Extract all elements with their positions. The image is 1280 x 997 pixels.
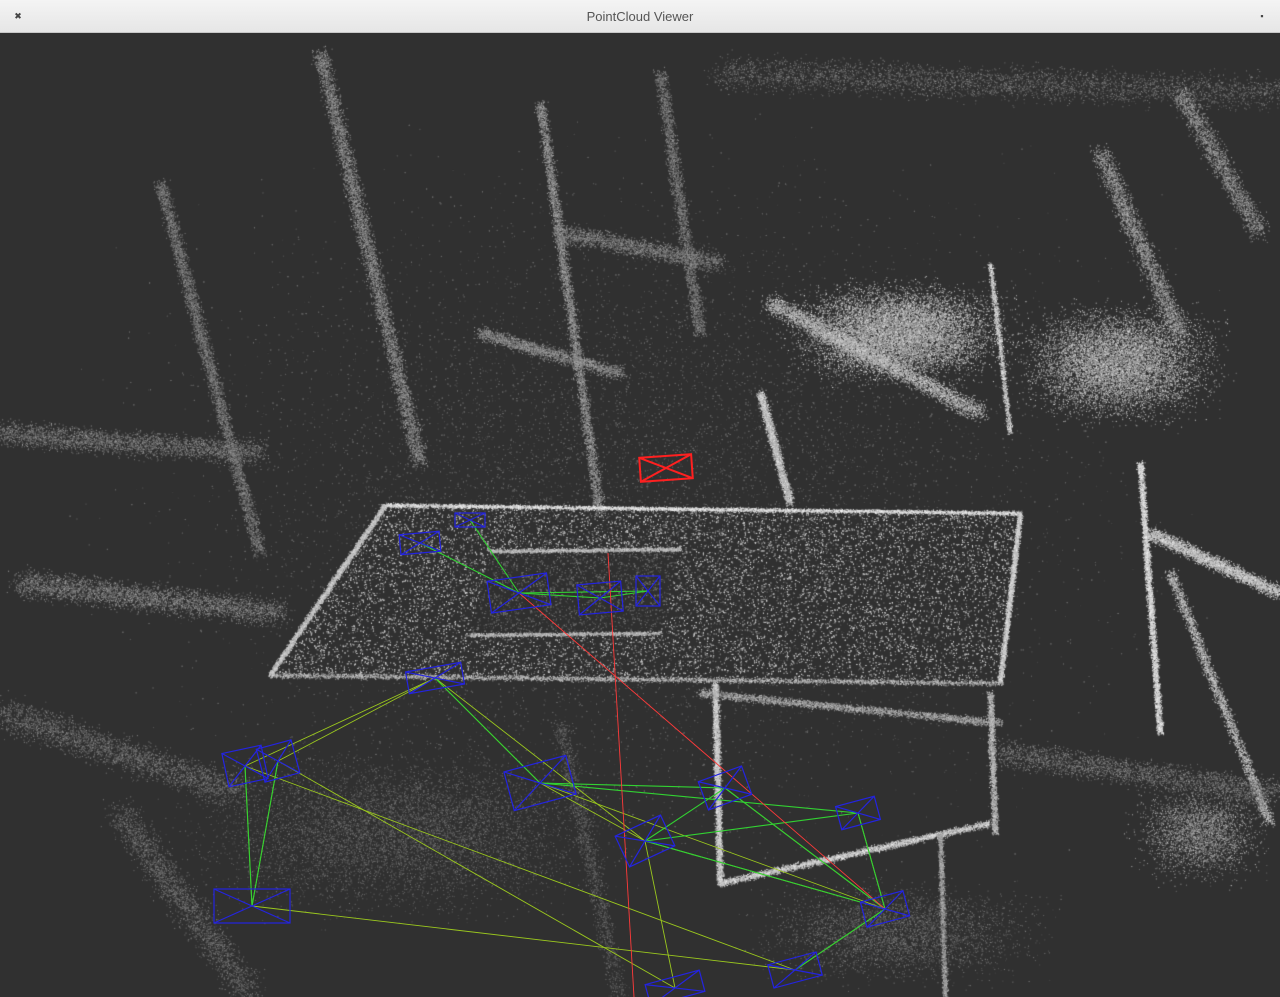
covisibility-edge <box>794 908 886 971</box>
essential-graph-edges <box>244 677 886 989</box>
keyframe-frustum <box>213 888 291 924</box>
graph-edge <box>644 840 676 989</box>
title-bar[interactable]: ✖ PointCloud Viewer ▪ <box>0 0 1280 33</box>
graph-edge <box>539 782 886 910</box>
current-camera-frustum <box>638 453 694 483</box>
covisibility-edge <box>469 519 520 594</box>
covisibility-edge <box>244 765 253 907</box>
keyframe-frustum <box>576 580 624 616</box>
graph-edge <box>277 677 436 762</box>
covisibility-edge <box>419 542 520 594</box>
keyframe-frustum <box>503 754 577 812</box>
graph-edge <box>434 677 646 842</box>
covisibility-edge <box>518 590 649 594</box>
covisibility-edge <box>857 812 886 910</box>
graph-edge <box>251 905 796 971</box>
covisibility-edge <box>724 787 886 910</box>
trajectory-edge <box>518 592 886 910</box>
covisibility-edge <box>251 760 279 907</box>
current-camera-frame <box>638 453 694 483</box>
graph-edge <box>277 760 676 989</box>
keyframes <box>213 512 911 997</box>
trajectory-edge <box>607 552 635 997</box>
maximize-icon[interactable]: ▪ <box>1254 8 1270 24</box>
keyframe-frustum <box>398 530 442 556</box>
window-title: PointCloud Viewer <box>586 9 694 24</box>
keyframe-overlay <box>213 453 911 997</box>
covisibility-edges <box>244 519 886 971</box>
graph-edge <box>244 677 436 767</box>
covisibility-edge <box>434 677 541 784</box>
covisibility-edge <box>644 787 726 842</box>
keyframe-frustum <box>834 795 882 831</box>
covisibility-edge <box>644 812 859 842</box>
close-icon[interactable]: ✖ <box>10 8 26 24</box>
app-window: ✖ PointCloud Viewer ▪ <box>0 0 1280 997</box>
keyframe-frustum <box>255 739 301 783</box>
keyframe-frustum <box>454 512 486 528</box>
3d-viewport[interactable] <box>0 33 1280 997</box>
keyframe-frustum <box>644 969 706 997</box>
covisibility-edge <box>644 840 886 910</box>
